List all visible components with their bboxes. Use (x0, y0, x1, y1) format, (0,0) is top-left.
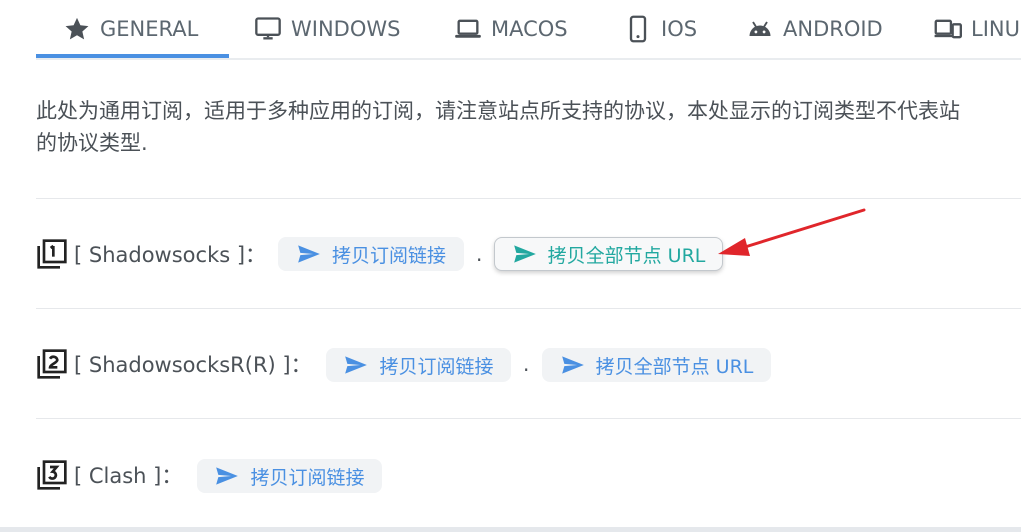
page-bottom-edge (0, 527, 1021, 532)
divider (36, 198, 1021, 199)
copy-subscription-link-button[interactable]: 拷贝订阅链接 (197, 459, 382, 493)
button-label: 拷贝全部节点 URL (595, 355, 754, 378)
tab-label: GENERAL (100, 17, 199, 41)
phone-icon (623, 14, 653, 44)
subscription-description: 此处为通用订阅，适用于多种应用的订阅，请注意站点所支持的协议，本处显示的订阅类型… (36, 95, 1021, 159)
tab-label: LINU (971, 17, 1020, 41)
devices-icon (933, 14, 963, 44)
copy-all-node-urls-button[interactable]: 拷贝全部节点 URL (542, 348, 771, 382)
tab-windows[interactable]: WINDOWS (253, 0, 400, 58)
tab-linux[interactable]: LINU (933, 0, 1020, 58)
divider (36, 308, 1021, 309)
active-tab-indicator (36, 54, 229, 58)
description-line: 此处为通用订阅，适用于多种应用的订阅，请注意站点所支持的协议，本处显示的订阅类型… (36, 99, 960, 123)
subscription-row-clash: [ Clash ]： (36, 455, 182, 495)
laptop-icon (453, 14, 483, 44)
filter-3-icon (36, 459, 68, 491)
platform-tabs: GENERAL WINDOWS MACOS IOS ANDROID LINU (36, 0, 1021, 60)
row-label: [ ShadowsocksR(R) ]： (74, 353, 312, 377)
tab-label: WINDOWS (291, 17, 401, 41)
send-icon (298, 245, 320, 263)
button-label: 拷贝全部节点 URL (547, 244, 706, 267)
tab-label: ANDROID (783, 17, 883, 41)
android-icon (745, 14, 775, 44)
filter-1-icon (36, 238, 68, 270)
tab-macos[interactable]: MACOS (453, 0, 568, 58)
copy-subscription-link-button[interactable]: 拷贝订阅链接 (278, 237, 464, 271)
row-label: [ Clash ]： (74, 464, 183, 488)
button-label: 拷贝订阅链接 (379, 355, 494, 378)
tab-label: IOS (661, 17, 698, 41)
send-icon (513, 245, 536, 263)
subscription-row-shadowsocksr: [ ShadowsocksR(R) ]： (36, 344, 312, 384)
row-label: [ Shadowsocks ]： (74, 243, 267, 267)
send-icon (216, 467, 239, 485)
tab-general[interactable]: GENERAL (62, 0, 198, 58)
star-icon (62, 14, 92, 44)
send-icon (345, 356, 368, 374)
monitor-icon (253, 14, 283, 44)
tab-android[interactable]: ANDROID (745, 0, 883, 58)
tab-label: MACOS (491, 17, 568, 41)
tab-ios[interactable]: IOS (623, 0, 697, 58)
description-line: 的协议类型. (36, 131, 148, 155)
separator: . (476, 242, 483, 266)
send-icon (561, 356, 584, 374)
copy-subscription-link-button[interactable]: 拷贝订阅链接 (326, 348, 511, 382)
button-label: 拷贝订阅链接 (331, 244, 446, 267)
copy-all-node-urls-button[interactable]: 拷贝全部节点 URL (494, 237, 723, 271)
subscription-row-shadowsocks: [ Shadowsocks ]： (36, 234, 266, 274)
filter-2-icon (36, 348, 68, 380)
divider (36, 418, 1021, 419)
separator: . (523, 352, 530, 376)
button-label: 拷贝订阅链接 (250, 466, 365, 489)
